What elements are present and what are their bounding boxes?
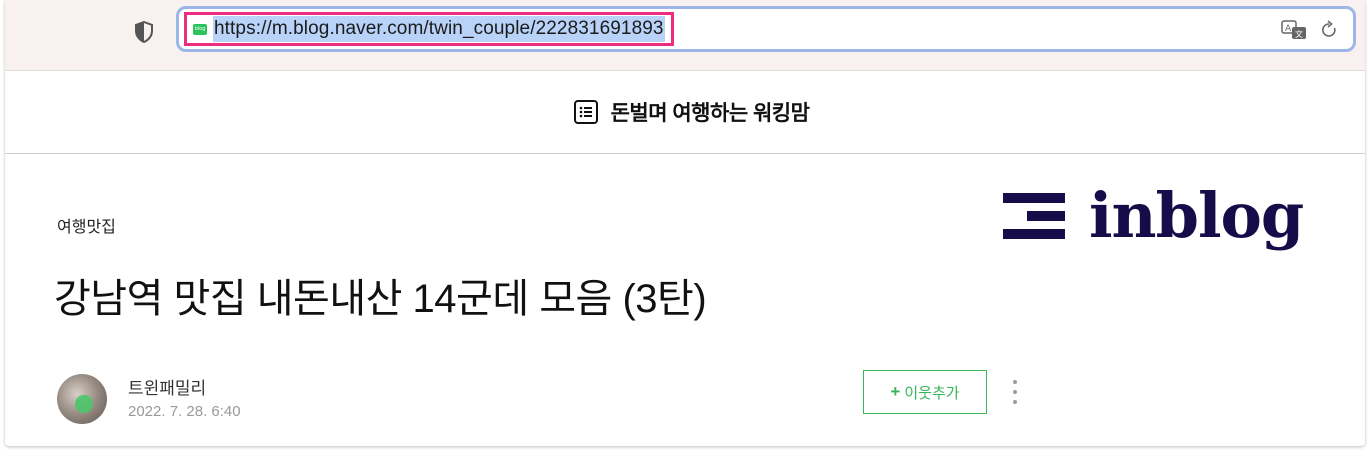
url-text[interactable]: https://m.blog.naver.com/twin_couple/222… bbox=[213, 16, 665, 42]
translate-icon[interactable]: A 文 bbox=[1281, 20, 1307, 40]
svg-text:A: A bbox=[1285, 24, 1292, 34]
blog-title[interactable]: 돈벌며 여행하는 워킹맘 bbox=[611, 97, 810, 127]
reload-icon[interactable] bbox=[1319, 20, 1339, 40]
inblog-wordmark: inblog bbox=[1089, 179, 1304, 252]
address-bar[interactable]: blog https://m.blog.naver.com/twin_coupl… bbox=[176, 6, 1356, 52]
svg-text:文: 文 bbox=[1295, 29, 1303, 39]
author-avatar[interactable] bbox=[57, 374, 107, 424]
post-title: 강남역 맛집 내돈내산 14군데 모음 (3탄) bbox=[54, 277, 707, 321]
inblog-mark-icon bbox=[1003, 190, 1065, 242]
plus-icon: + bbox=[890, 382, 901, 401]
blog-header: 돈벌며 여행하는 워킹맘 bbox=[5, 71, 1365, 154]
url-highlight-box: blog https://m.blog.naver.com/twin_coupl… bbox=[184, 12, 674, 46]
browser-window: blog https://m.blog.naver.com/twin_coupl… bbox=[5, 0, 1365, 446]
more-vertical-icon[interactable] bbox=[1007, 376, 1023, 408]
post-category[interactable]: 여행맛집 bbox=[57, 213, 116, 237]
shield-icon[interactable] bbox=[134, 21, 154, 43]
inblog-logo: inblog bbox=[1003, 178, 1304, 254]
site-favicon: blog bbox=[193, 23, 207, 35]
post-date: 2022. 7. 28. 6:40 bbox=[128, 403, 241, 420]
browser-toolbar: blog https://m.blog.naver.com/twin_coupl… bbox=[5, 0, 1365, 71]
avatar-badge-icon bbox=[75, 395, 93, 413]
author-name[interactable]: 트윈패밀리 bbox=[128, 374, 206, 399]
add-neighbor-button[interactable]: + 이웃추가 bbox=[863, 370, 987, 414]
add-neighbor-label: 이웃추가 bbox=[904, 384, 960, 402]
list-icon[interactable] bbox=[573, 99, 599, 125]
